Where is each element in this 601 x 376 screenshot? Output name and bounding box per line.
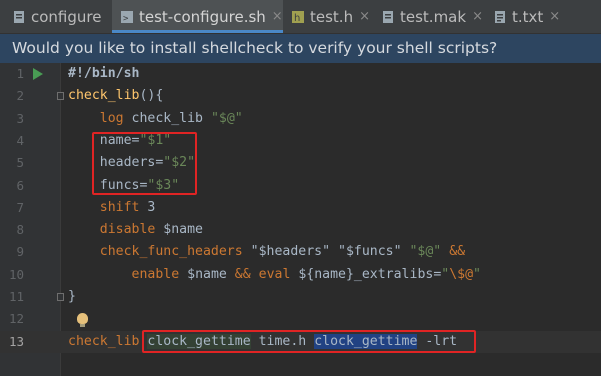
line-number: 5 [16,155,24,171]
code-editor[interactable]: 1 #!/bin/sh 2 check_lib(){ 3 log check_l… [0,63,601,376]
line-code: enable $name && eval ${name}_extralibs="… [131,266,481,282]
shellcheck-install-banner[interactable]: Would you like to install shellcheck to … [0,34,601,63]
code-line-5: 5 headers="$2" [0,152,601,174]
makefile-icon [381,10,395,24]
line-code: #!/bin/sh [68,63,139,85]
code-line-1: 1 #!/bin/sh [0,63,601,85]
function-name: check_lib [68,88,140,104]
line-code: disable $name [99,222,203,238]
header-file-icon: h [291,10,305,24]
tab-label: configure [31,7,102,26]
file-icon [12,10,26,24]
run-icon[interactable] [33,68,43,80]
annotation-box-variables [92,132,197,195]
tab-test-configure-sh[interactable]: > test-configure.sh × [112,0,283,33]
close-icon[interactable]: × [472,9,483,24]
shebang: #!/bin/sh [68,66,140,81]
tab-label: test.mak [400,7,467,26]
line-code: } [68,289,76,304]
tab-label: t.txt [512,7,544,26]
code-line-3: 3 log check_lib "$@" [0,108,601,130]
line-number: 3 [16,110,24,126]
line-number: 9 [16,244,24,260]
line-code: check_lib(){ [68,88,164,104]
code-line-9: 9 check_func_headers "$headers" "$funcs"… [0,241,601,263]
line-number: 12 [8,311,24,327]
line-number: 11 [8,289,24,304]
code-line-11: 11 } [0,286,601,308]
line-number: 2 [16,88,24,104]
line-code: check_func_headers "$headers" "$funcs" "… [99,244,466,260]
line-code: shift 3 [99,199,156,215]
tab-t-txt[interactable]: t.txt × [491,0,601,33]
close-icon[interactable]: × [272,9,283,24]
code-line-7: 7 shift 3 [0,197,601,219]
tab-label: test-configure.sh [139,7,266,26]
svg-text:h: h [294,13,300,24]
line-number: 10 [8,266,24,282]
code-line-12: 12 [0,308,601,330]
text-file-icon [493,10,507,24]
line-number: 13 [8,333,24,349]
tab-label: test.h [310,7,354,26]
fold-icon[interactable] [57,293,64,301]
line-number: 6 [16,177,24,193]
annotation-box-call [142,330,476,353]
code-line-2: 2 check_lib(){ [0,85,601,107]
close-icon[interactable]: × [549,9,560,24]
line-number: 8 [16,222,24,238]
code-line-10: 10 enable $name && eval ${name}_extralib… [0,264,601,286]
line-number: 4 [16,132,24,148]
shell-file-icon: > [120,10,134,24]
code-line-8: 8 disable $name [0,219,601,241]
code-line-4: 4 name="$1" [0,130,601,152]
editor-tab-bar: configure > test-configure.sh × h test.h… [0,0,601,34]
line-number: 1 [16,66,24,81]
fold-icon[interactable] [57,92,64,101]
tab-configure[interactable]: configure [0,0,112,33]
line-code: log check_lib "$@" [99,110,243,126]
tab-test-mak[interactable]: test.mak × [379,0,491,33]
banner-text: Would you like to install shellcheck to … [12,39,498,57]
close-icon[interactable]: × [359,9,370,24]
tab-test-h[interactable]: h test.h × [283,0,379,33]
svg-text:>: > [123,14,129,24]
line-number: 7 [16,199,24,215]
code-line-6: 6 funcs="$3" [0,175,601,197]
lightbulb-icon[interactable] [77,313,88,328]
